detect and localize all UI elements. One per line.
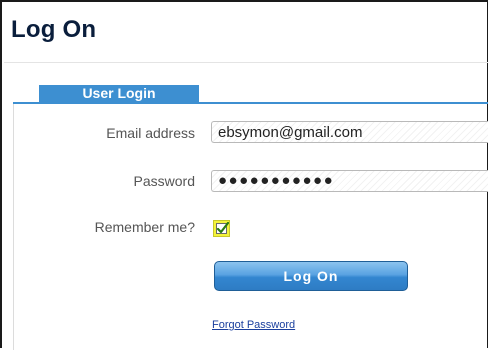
email-label: Email address — [106, 125, 195, 141]
title-divider — [4, 62, 488, 63]
log-on-button[interactable]: Log On — [214, 261, 408, 291]
password-field[interactable]: ●●●●●●●●●●● — [211, 170, 488, 192]
checkmark-icon — [216, 222, 229, 234]
checkbox-box — [216, 222, 229, 234]
login-window: Log On User Login Email address Password… — [0, 0, 488, 350]
forgot-password-link[interactable]: Forgot Password — [212, 319, 295, 331]
page-title: Log On — [11, 16, 97, 43]
email-field[interactable] — [211, 121, 488, 143]
remember-me-checkbox[interactable] — [213, 220, 230, 237]
password-label: Password — [133, 173, 195, 189]
user-login-tab: User Login — [39, 85, 199, 102]
remember-me-label: Remember me? — [94, 219, 195, 235]
